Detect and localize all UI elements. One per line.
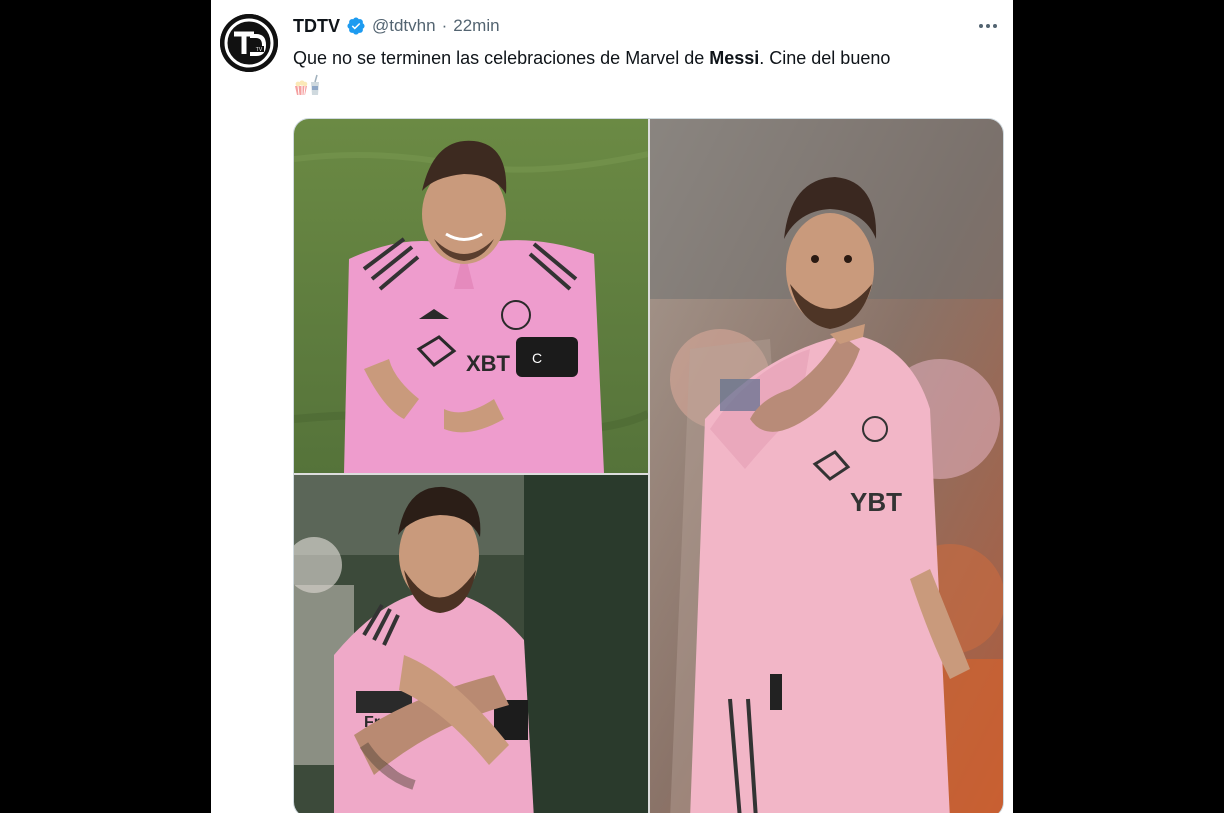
more-options-icon[interactable] xyxy=(975,14,1001,38)
author-handle[interactable]: @tdtvhn xyxy=(372,16,436,36)
author-avatar[interactable]: TV xyxy=(220,14,278,72)
tweet-text: Que no se terminen las celebraciones de … xyxy=(293,46,999,70)
separator-dot: · xyxy=(441,16,448,35)
photo-pointing-gesture[interactable]: YBT xyxy=(650,119,1003,813)
tdtv-logo-icon: TV xyxy=(220,14,278,72)
photo-celebration-hands[interactable]: C XBT xyxy=(294,119,648,473)
tweet-text-part-1: Que no se terminen las celebraciones de … xyxy=(293,48,710,68)
photo-crossed-arms[interactable]: Fracht xyxy=(294,475,648,813)
svg-text:C: C xyxy=(532,350,542,366)
tweet-timestamp[interactable]: 22min xyxy=(453,16,499,36)
svg-text:TV: TV xyxy=(256,47,263,53)
verified-badge-icon xyxy=(346,16,366,36)
tweet-header: TDTV @tdtvhn · 22min xyxy=(293,14,1001,38)
jersey-sponsor-text-2: YBT xyxy=(850,487,902,517)
media-grid[interactable]: C XBT YBT xyxy=(293,118,1004,813)
author-display-name[interactable]: TDTV xyxy=(293,16,340,37)
popcorn-emoji-icon xyxy=(293,74,323,96)
tweet-text-part-2: . Cine del bueno xyxy=(759,48,891,68)
tweet-card[interactable]: TV TDTV @tdtvhn · 22min Que no se termin… xyxy=(211,0,1013,813)
tweet-text-mention: Messi xyxy=(709,48,760,68)
jersey-sponsor-text: XBT xyxy=(466,351,511,376)
